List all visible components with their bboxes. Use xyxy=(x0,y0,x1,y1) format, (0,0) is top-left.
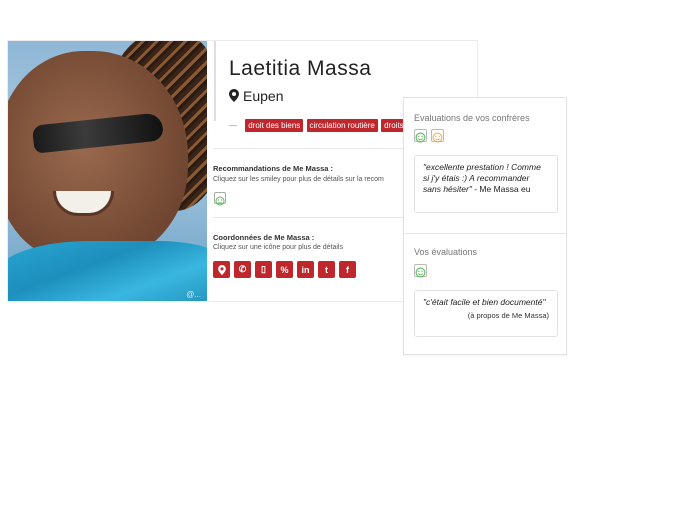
evaluations-panel: Evaluations de vos confrères "excellente… xyxy=(403,97,567,355)
peer-evaluation-quote: "excellente prestation ! Comme si j'y ét… xyxy=(414,155,558,213)
your-quote-text: "c'était facile et bien documenté" xyxy=(423,297,546,307)
recommendations-title: Recommandations de Me Massa : xyxy=(213,164,334,173)
smiley-icon xyxy=(415,267,426,278)
smiley-icon xyxy=(215,196,225,206)
lawyer-name: Laetitia Massa xyxy=(229,57,372,80)
your-smiley-button[interactable] xyxy=(414,264,427,278)
peer-quote-author: - Me Massa eu xyxy=(471,184,531,194)
your-evaluation-quote: "c'était facile et bien documenté" (à pr… xyxy=(414,290,558,337)
linkedin-icon[interactable]: in xyxy=(297,261,314,278)
peer-evaluations-title: Evaluations de vos confrères xyxy=(414,113,530,123)
lawyer-location: Eupen xyxy=(229,88,283,104)
map-pin-icon xyxy=(229,89,239,102)
link-icon[interactable]: % xyxy=(276,261,293,278)
smiley-icon xyxy=(415,132,426,143)
tag-droit-des-biens[interactable]: droit des biens xyxy=(245,119,304,132)
name-divider xyxy=(214,41,216,121)
twitter-icon[interactable]: t xyxy=(318,261,335,278)
peer-smiley-orange-button[interactable] xyxy=(431,129,444,143)
tag-circulation-routiere[interactable]: circulation routière xyxy=(306,119,378,132)
facebook-icon[interactable]: f xyxy=(339,261,356,278)
section-divider xyxy=(213,217,403,218)
your-quote-about: (à propos de Me Massa) xyxy=(467,311,549,320)
panel-divider xyxy=(404,233,566,234)
recommendation-smiley-button[interactable] xyxy=(214,192,226,206)
profile-photo: @... xyxy=(8,41,207,301)
section-divider xyxy=(213,148,403,149)
smiley-icon xyxy=(432,132,443,143)
recommendations-subtitle: Cliquez sur les smiley pour plus de déta… xyxy=(213,176,384,183)
phone-icon[interactable]: ✆ xyxy=(234,261,251,278)
mobile-icon[interactable]: ▯ xyxy=(255,261,272,278)
specialty-tags: — droit des biens circulation routière d… xyxy=(229,119,414,132)
photo-watermark: @... xyxy=(186,290,201,299)
contact-title: Coordonnées de Me Massa : xyxy=(213,233,315,242)
peer-smiley-green-button[interactable] xyxy=(414,129,427,143)
contact-icons: ✆ ▯ % in t f xyxy=(213,261,356,278)
map-marker-icon[interactable] xyxy=(213,261,230,278)
city-label: Eupen xyxy=(243,88,284,104)
your-evaluations-title: Vos évaluations xyxy=(414,247,478,257)
contact-subtitle: Cliquez sur une icône pour plus de détai… xyxy=(213,244,343,251)
